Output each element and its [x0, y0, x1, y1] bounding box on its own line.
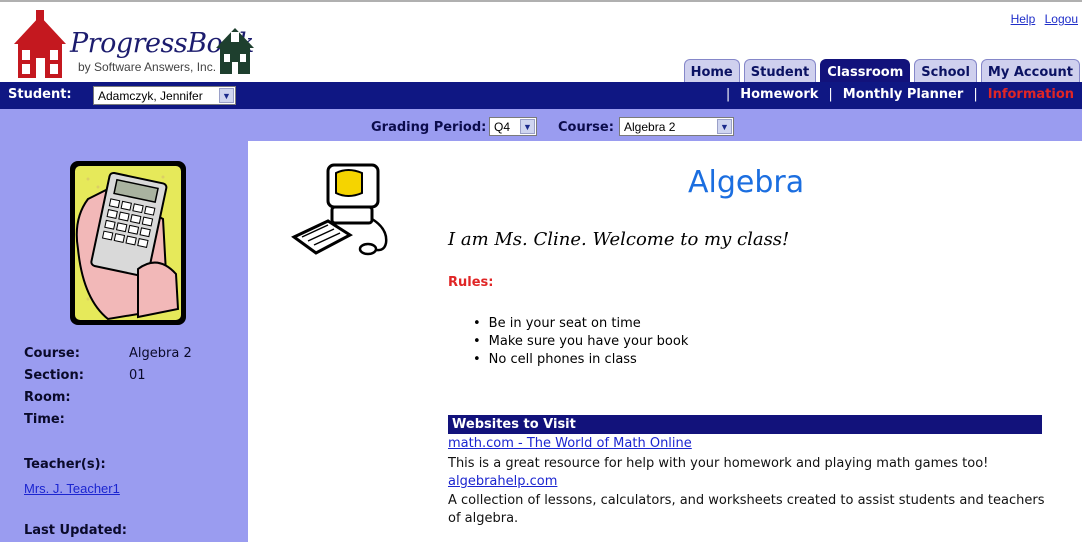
tab-my-account[interactable]: My Account — [980, 59, 1080, 84]
student-bar: Student: Adamczyk, Jennifer ▼ | Homework… — [0, 82, 1082, 109]
websites-header: Websites to Visit — [448, 415, 1042, 434]
grading-period-label: Grading Period: — [371, 120, 487, 135]
help-link[interactable]: Help — [1011, 12, 1036, 26]
list-item: Make sure you have your book — [473, 333, 689, 351]
nav-information[interactable]: Information — [988, 87, 1074, 102]
nav-separator: | — [725, 87, 731, 102]
teachers-key: Teacher(s): — [24, 457, 106, 472]
nav-separator: | — [973, 87, 978, 102]
time-key: Time: — [24, 412, 65, 427]
grading-period-value: Q4 — [494, 119, 511, 134]
website-description: This is a great resource for help with y… — [448, 456, 989, 471]
top-links: Help Logou — [1005, 12, 1078, 26]
nav-monthly-planner[interactable]: Monthly Planner — [843, 87, 964, 102]
tab-classroom[interactable]: Classroom — [820, 59, 911, 84]
sub-nav: | Homework | Monthly Planner | Informati… — [726, 87, 1074, 102]
section-row: Section: 01 — [24, 368, 146, 383]
calculator-image — [70, 161, 186, 325]
teachers-row: Teacher(s): — [24, 457, 106, 472]
tab-home[interactable]: Home — [683, 59, 740, 84]
tab-student[interactable]: Student — [743, 59, 817, 84]
course-select[interactable]: Algebra 2 ▼ — [619, 117, 734, 136]
room-key: Room: — [24, 390, 71, 405]
list-item: Be in your seat on time — [473, 315, 688, 333]
grading-bar: Grading Period: Q4 ▼ Course: Algebra 2 ▼ — [0, 109, 1082, 141]
website-link-algebrahelp[interactable]: algebrahelp.com — [448, 474, 557, 489]
chevron-down-icon[interactable]: ▼ — [717, 119, 732, 134]
section-key: Section: — [24, 368, 84, 383]
page-title: Algebra — [688, 165, 805, 200]
chevron-down-icon[interactable]: ▼ — [219, 88, 234, 103]
course-key: Course: — [24, 346, 80, 361]
section-value: 01 — [129, 368, 146, 383]
chevron-down-icon[interactable]: ▼ — [520, 119, 535, 134]
nav-homework[interactable]: Homework — [740, 87, 818, 102]
teacher-link[interactable]: Mrs. J. Teacher1 — [24, 481, 120, 496]
class-page-content: Algebra I am Ms. Cline. Welcome to my cl… — [248, 141, 1082, 542]
green-schoolhouse-icon — [216, 28, 254, 74]
student-select-value: Adamczyk, Jennifer — [98, 88, 203, 103]
website-description: A collection of lessons, calculators, an… — [448, 493, 1045, 526]
course-value: Algebra 2 — [129, 346, 192, 361]
tab-school[interactable]: School — [914, 59, 977, 84]
student-label: Student: — [8, 87, 72, 102]
nav-separator: | — [828, 87, 833, 102]
header: ProgressBook by Software Answers, Inc. H… — [0, 0, 1082, 84]
logout-link[interactable]: Logou — [1045, 12, 1078, 26]
schoolhouse-icon — [14, 10, 66, 78]
main-tabs: Home Student Classroom School My Account — [683, 59, 1080, 84]
student-select[interactable]: Adamczyk, Jennifer ▼ — [93, 86, 236, 105]
logo-subtitle: by Software Answers, Inc. — [78, 60, 217, 74]
progressbook-logo: ProgressBook by Software Answers, Inc. — [10, 10, 260, 82]
room-row: Room: — [24, 390, 71, 405]
course-label: Course: — [558, 120, 614, 135]
class-info-sidebar: Course: Algebra 2 Section: 01 Room: Time… — [0, 141, 248, 542]
last-updated-key: Last Updated: — [24, 523, 128, 538]
rules-list: Be in your seat on time Make sure you ha… — [473, 315, 689, 369]
last-updated-row: Last Updated: — [24, 523, 127, 538]
course-select-value: Algebra 2 — [624, 119, 676, 134]
rules-heading: Rules: — [448, 275, 494, 290]
welcome-message: I am Ms. Cline. Welcome to my class! — [448, 229, 790, 250]
course-row: Course: Algebra 2 — [24, 346, 192, 361]
list-item: No cell phones in class — [473, 351, 688, 369]
time-row: Time: — [24, 412, 65, 427]
grading-period-select[interactable]: Q4 ▼ — [489, 117, 537, 136]
computer-clipart-image — [291, 163, 388, 256]
website-link-math[interactable]: math.com - The World of Math Online — [448, 436, 692, 451]
